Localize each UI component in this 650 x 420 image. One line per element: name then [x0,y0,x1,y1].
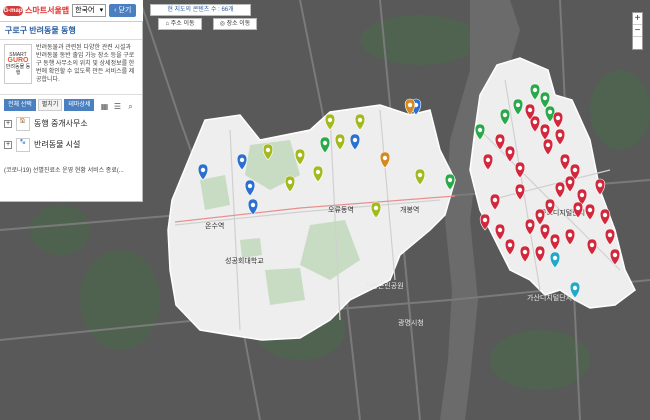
address-move-button[interactable]: ⌂ 주소 이동 [158,18,202,30]
grid-view-icon[interactable]: ▦ [99,102,110,113]
logo-badge: G-map [3,5,23,16]
category-item[interactable]: + 🐾 반려동물 시설 [0,134,142,155]
intro-section: SMART GURO 반려동물 동행 반려동물과 관련된 다양한 관련 시설과 … [0,40,142,95]
category-label: 동행 중개사무소 [34,119,88,128]
pet-facility-icon: 🐾 [16,137,30,152]
zoom-in-button[interactable]: + [633,13,642,25]
category-item[interactable]: + 🏠 동행 중개사무소 [0,113,142,134]
language-value: 한국어 [75,7,95,14]
plus-icon[interactable]: + [4,119,12,128]
chevron-left-icon: ‹ [114,7,117,14]
plus-icon[interactable]: + [4,140,12,149]
content-count: 현 지도의 콘텐츠 수 : 66개 [150,4,251,16]
office-icon: 🏠 [16,116,30,131]
search-icon[interactable]: ⌕ [125,102,136,113]
logo-text: 스마트서울맵 [25,6,70,15]
smart-guro-logo: SMART GURO 반려동물 동행 [4,44,32,84]
close-button[interactable]: ‹ 닫기 [109,4,137,17]
category-label: 반려동물 시설 [34,140,81,149]
notice-link[interactable]: (코로나19) 선별진료소 운영 현황 서비스 종료(... [0,155,142,174]
app-logo[interactable]: G-map 스마트서울맵 [3,5,69,16]
chevron-down-icon: ▾ [99,7,104,14]
tab-theme-detail[interactable]: 테마상세 [64,99,95,111]
place-label: 광명시청 [398,318,424,327]
place-label: 성공회대학교 [225,256,264,265]
intro-text: 반려동물과 관련된 다양한 관련 시설과 반려동물 동반 출입 가능 장소 등을… [36,45,135,83]
location-icon: ◎ [219,21,225,27]
place-move-label: 장소 이동 [226,21,251,27]
close-label: 닫기 [118,7,132,14]
zoom-control: + − [632,12,643,50]
theme-panel: 구로구 반려동물 동행 SMART GURO 반려동물 동행 반려동물과 관련된… [0,22,143,202]
panel-title: 구로구 반려동물 동행 [0,22,142,40]
home-icon: ⌂ [165,21,170,27]
logo-line: 반려동물 동행 [5,64,31,76]
view-toggle-group: ▦ ☰ ⌕ [99,102,136,113]
place-label: 개봉역 [400,205,419,214]
place-label: 현충근린공원 [365,281,404,290]
place-label: 온수역 [205,221,224,230]
tab-expand[interactable]: 펼치기 [37,99,63,111]
list-view-icon[interactable]: ☰ [112,102,123,113]
zoom-out-button[interactable]: − [633,25,642,37]
place-label: 오류동역 [328,205,354,214]
language-select[interactable]: 한국어 ▾ [72,4,107,17]
tab-select-all[interactable]: 전체 선택 [4,99,36,111]
place-label: 가산디지털단지 [527,293,572,302]
address-move-label: 주소 이동 [170,21,195,27]
top-bar: G-map 스마트서울맵 한국어 ▾ ‹ 닫기 [0,0,143,22]
place-move-button[interactable]: ◎ 장소 이동 [213,18,257,30]
